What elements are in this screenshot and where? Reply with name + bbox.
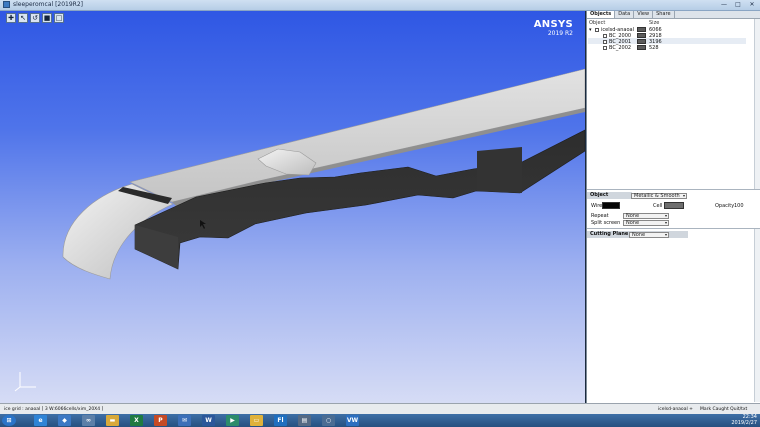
- chevron-down-icon: ▾: [682, 193, 685, 198]
- maximize-button[interactable]: □: [732, 1, 744, 9]
- channel-step: [477, 147, 522, 193]
- cutting-plane-value: None: [632, 232, 646, 238]
- powerpoint-icon[interactable]: P: [154, 415, 167, 426]
- word-icon[interactable]: W: [202, 415, 215, 426]
- folder-icon[interactable]: ▭: [250, 415, 263, 426]
- object-header: Object: [587, 192, 632, 199]
- col-size-header: Size: [649, 20, 660, 26]
- chevron-down-icon: ▾: [664, 220, 667, 225]
- split-screen-label: Split screen: [591, 220, 621, 226]
- shield-icon[interactable]: ◆: [58, 415, 71, 426]
- chevron-down-icon: ▾: [664, 213, 667, 218]
- opacity-value[interactable]: 100: [734, 203, 744, 209]
- windows-taskbar: ⊞ e ◆ ∞ ▬ X P ✉ W ▶ ▭ Fl ▤ ○ VW 22:34 2019/2/27: [0, 414, 760, 427]
- tab-data[interactable]: Data: [615, 11, 635, 18]
- window-titlebar: sleeperomcal [2019R2] — □ ✕: [0, 0, 760, 11]
- media-icon[interactable]: ▶: [226, 415, 239, 426]
- tab-objects[interactable]: Objects: [587, 11, 616, 18]
- explorer-icon[interactable]: ▬: [106, 415, 119, 426]
- viewport-toolbar: ✚ ↖ ↺ ■ □: [6, 13, 64, 23]
- tree-item[interactable]: BC_2002 528: [589, 45, 739, 51]
- geometry-scene: [62, 68, 585, 280]
- panel-scrollbar[interactable]: [754, 229, 760, 402]
- flow-icon[interactable]: ∞: [82, 415, 95, 426]
- cell-color-swatch[interactable]: [664, 202, 684, 209]
- window-title: sleeperomcal [2019R2]: [13, 1, 84, 8]
- fluent-icon[interactable]: Fl: [274, 415, 287, 426]
- tree-scrollbar[interactable]: [754, 19, 760, 189]
- graphics-viewport[interactable]: ✚ ↖ ↺ ■ □ ANSYS 2019 R2: [0, 11, 585, 403]
- tab-share[interactable]: Share: [653, 11, 675, 18]
- visibility-checkbox[interactable]: [603, 40, 607, 44]
- repeat-label: Repeat: [591, 213, 609, 219]
- visibility-checkbox[interactable]: [595, 28, 599, 32]
- vw-icon[interactable]: VW: [346, 415, 359, 426]
- col-object-header: Object: [589, 20, 606, 26]
- chevron-down-icon: ▾: [664, 232, 667, 237]
- split-screen-select[interactable]: None ▾: [623, 220, 669, 226]
- object-tree: Object Size ▾ icelsd-anaoal 6066 BC_2000…: [587, 19, 760, 190]
- tree-item-label: BC_2002: [609, 45, 632, 51]
- view-button[interactable]: ■: [42, 13, 52, 23]
- opacity-label: Opacity: [715, 203, 735, 209]
- color-swatch[interactable]: [637, 27, 646, 32]
- cutting-plane-select[interactable]: None ▾: [629, 232, 669, 238]
- render-mode-select[interactable]: Metallic & Smooth ▾: [631, 193, 687, 199]
- pick-button[interactable]: ↖: [18, 13, 28, 23]
- app-icon: [3, 1, 10, 8]
- minimize-button[interactable]: —: [718, 1, 730, 9]
- rotate-button[interactable]: ↺: [30, 13, 40, 23]
- visibility-checkbox[interactable]: [603, 46, 607, 50]
- repeat-select[interactable]: None ▾: [623, 213, 669, 219]
- wire-label: Wire: [591, 203, 603, 209]
- visibility-checkbox[interactable]: [603, 34, 607, 38]
- mail-icon[interactable]: ✉: [178, 415, 191, 426]
- start-button[interactable]: ⊞: [2, 415, 16, 426]
- search-icon[interactable]: ○: [322, 415, 335, 426]
- logo-brand: ANSYS: [533, 19, 573, 30]
- color-swatch[interactable]: [637, 39, 646, 44]
- logo-version: 2019 R2: [547, 30, 573, 37]
- split-screen-value: None: [626, 220, 640, 226]
- right-panel: Objects Data View Share Object Size ▾ ic…: [586, 11, 760, 403]
- ie-icon[interactable]: e: [34, 415, 47, 426]
- cell-label: Cell: [653, 203, 663, 209]
- terminal-icon[interactable]: ▤: [298, 415, 311, 426]
- select-mode-button[interactable]: ✚: [6, 13, 16, 23]
- panel-tabs: Objects Data View Share: [587, 11, 760, 19]
- fit-button[interactable]: □: [54, 13, 64, 23]
- system-clock[interactable]: 22:34 2019/2/27: [731, 414, 757, 426]
- color-swatch[interactable]: [637, 33, 646, 38]
- close-button[interactable]: ✕: [746, 1, 758, 9]
- axis-triad-icon: [14, 372, 36, 392]
- tree-item-size: 528: [649, 45, 659, 51]
- ansys-logo: ANSYS 2019 R2: [534, 19, 573, 38]
- repeat-value: None: [626, 213, 640, 219]
- object-properties: Object Metallic & Smooth ▾ Wire Cell Opa…: [587, 190, 760, 229]
- clock-date: 2019/2/27: [731, 419, 757, 426]
- render-mode-value: Metallic & Smooth: [634, 193, 680, 199]
- color-swatch[interactable]: [637, 45, 646, 50]
- cutting-plane-section: Cutting Plane None ▾: [587, 229, 760, 402]
- wire-color-swatch[interactable]: [602, 202, 620, 209]
- excel-icon[interactable]: X: [130, 415, 143, 426]
- tab-view[interactable]: View: [634, 11, 654, 18]
